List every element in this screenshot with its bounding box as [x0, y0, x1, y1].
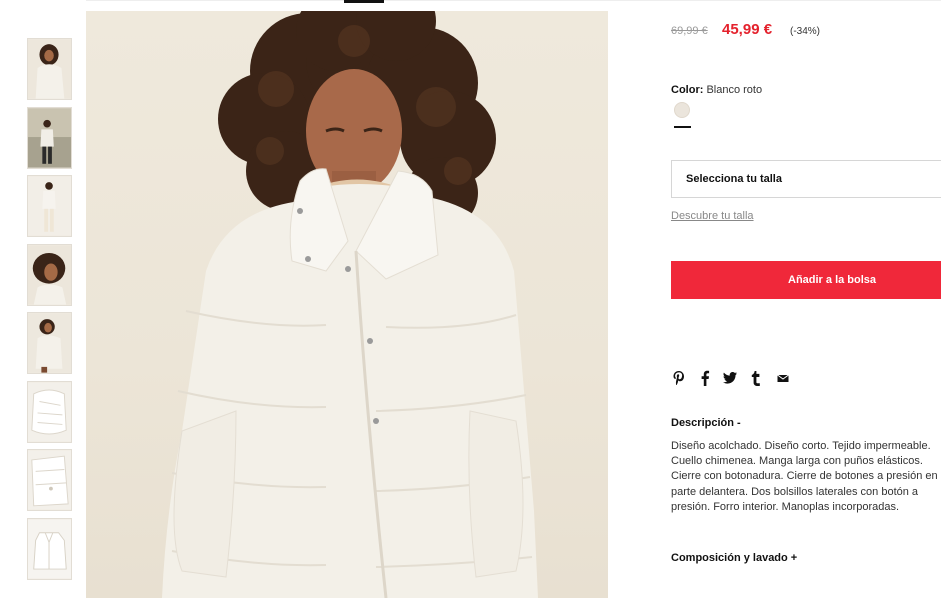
thumbnail-5[interactable] — [27, 312, 72, 374]
add-to-bag-label: Añadir a la bolsa — [788, 274, 877, 286]
color-row: Color: Blanco roto — [671, 84, 762, 96]
thumbnail-6[interactable] — [27, 380, 72, 443]
color-value: Blanco roto — [706, 84, 763, 96]
discount-badge: (-34%) — [790, 26, 821, 37]
size-select-label: Selecciona tu talla — [686, 173, 782, 185]
active-tab-indicator — [344, 0, 384, 3]
email-icon[interactable] — [775, 370, 791, 386]
facebook-icon[interactable] — [697, 370, 713, 386]
tumblr-icon[interactable] — [748, 370, 764, 386]
thumbnail-1[interactable] — [27, 38, 72, 100]
size-guide-link[interactable]: Descubre tu talla — [671, 210, 754, 222]
thumbnail-list — [27, 38, 72, 586]
size-select[interactable]: Selecciona tu talla — [671, 160, 941, 198]
twitter-icon[interactable] — [722, 370, 738, 386]
description-text: Diseño acolchado. Diseño corto. Tejido i… — [671, 440, 941, 513]
composition-toggle[interactable]: Composición y lavado + — [671, 552, 797, 564]
original-price: 69,99 € — [671, 25, 708, 37]
sale-price: 45,99 € — [722, 21, 773, 38]
pinterest-icon[interactable] — [671, 370, 687, 386]
thumbnail-4[interactable] — [27, 243, 72, 306]
color-swatch[interactable] — [674, 102, 690, 118]
header-divider — [86, 0, 941, 1]
thumbnail-8[interactable] — [27, 517, 72, 580]
add-to-bag-button[interactable]: Añadir a la bolsa — [671, 261, 941, 299]
color-label: Color: — [671, 84, 704, 96]
main-product-image[interactable] — [86, 11, 608, 598]
selected-swatch-indicator — [674, 126, 691, 128]
thumbnail-7[interactable] — [27, 449, 72, 511]
thumbnail-2[interactable] — [27, 106, 72, 169]
description-title[interactable]: Descripción - — [671, 417, 741, 429]
thumbnail-3[interactable] — [27, 175, 72, 237]
